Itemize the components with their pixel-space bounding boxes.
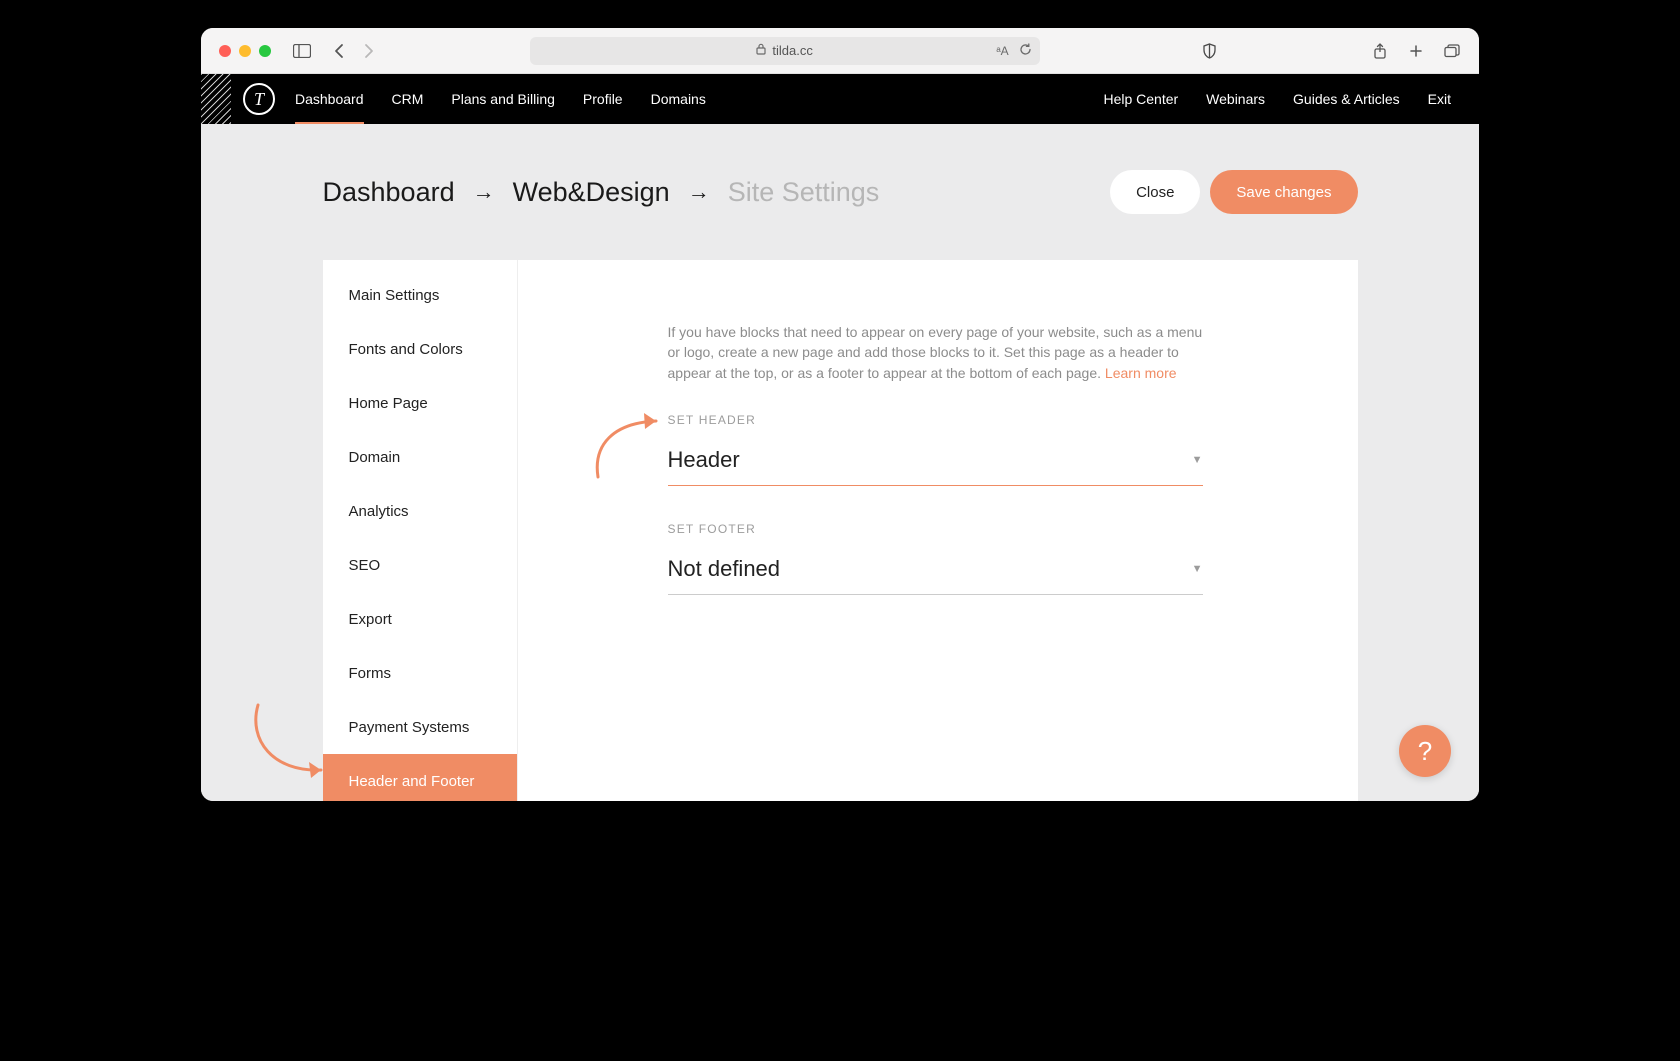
footer-form-group: SET FOOTER Not defined ▼ bbox=[668, 522, 1203, 595]
share-icon[interactable] bbox=[1371, 40, 1389, 62]
url-host: tilda.cc bbox=[772, 43, 812, 58]
side-item-forms[interactable]: Forms bbox=[323, 646, 517, 700]
save-button[interactable]: Save changes bbox=[1210, 170, 1357, 214]
header-select-value: Header bbox=[668, 447, 740, 473]
footer-select-value: Not defined bbox=[668, 556, 781, 582]
header-select[interactable]: Header ▼ bbox=[668, 441, 1203, 486]
annotation-arrow-header bbox=[588, 405, 668, 485]
nav-help-center[interactable]: Help Center bbox=[1103, 91, 1178, 107]
help-text: If you have blocks that need to appear o… bbox=[668, 322, 1203, 383]
reload-icon[interactable] bbox=[1019, 43, 1032, 59]
bc-dashboard[interactable]: Dashboard bbox=[323, 177, 455, 208]
footer-select[interactable]: Not defined ▼ bbox=[668, 550, 1203, 595]
browser-chrome: tilda.cc ᵃA bbox=[201, 28, 1479, 74]
browser-nav bbox=[329, 40, 379, 62]
tilda-logo-icon[interactable]: T bbox=[243, 83, 275, 115]
help-fab-label: ? bbox=[1418, 736, 1432, 767]
close-button[interactable]: Close bbox=[1110, 170, 1200, 214]
page-body: Dashboard → Web&Design → Site Settings C… bbox=[201, 124, 1479, 801]
content-area: If you have blocks that need to appear o… bbox=[518, 260, 1358, 801]
footer-label: SET FOOTER bbox=[668, 522, 1203, 536]
new-tab-icon[interactable] bbox=[1407, 40, 1425, 62]
app-nav: T Dashboard CRM Plans and Billing Profil… bbox=[201, 74, 1479, 124]
sidebar-toggle-icon[interactable] bbox=[291, 40, 313, 62]
side-item-payment[interactable]: Payment Systems bbox=[323, 700, 517, 754]
side-item-export[interactable]: Export bbox=[323, 592, 517, 646]
traffic-lights bbox=[219, 45, 271, 57]
nav-profile[interactable]: Profile bbox=[583, 74, 623, 124]
settings-side-menu: Main Settings Fonts and Colors Home Page… bbox=[323, 260, 518, 801]
bc-project[interactable]: Web&Design bbox=[513, 177, 670, 208]
header-label: SET HEADER bbox=[668, 413, 1203, 427]
side-item-analytics[interactable]: Analytics bbox=[323, 484, 517, 538]
chrome-right bbox=[1371, 40, 1461, 62]
shield-icon[interactable] bbox=[1198, 40, 1220, 62]
url-bar[interactable]: tilda.cc ᵃA bbox=[530, 37, 1040, 65]
breadcrumb: Dashboard → Web&Design → Site Settings bbox=[323, 177, 880, 208]
translate-icon[interactable]: ᵃA bbox=[996, 44, 1008, 58]
nav-texture bbox=[201, 74, 231, 124]
browser-window: tilda.cc ᵃA T Dash bbox=[201, 28, 1479, 801]
nav-crm[interactable]: CRM bbox=[392, 74, 424, 124]
nav-right: Help Center Webinars Guides & Articles E… bbox=[1103, 91, 1451, 107]
nav-dashboard[interactable]: Dashboard bbox=[295, 74, 364, 124]
breadcrumb-row: Dashboard → Web&Design → Site Settings C… bbox=[323, 170, 1358, 214]
lock-icon bbox=[756, 43, 766, 58]
chevron-down-icon: ▼ bbox=[1192, 454, 1203, 466]
content-inner: If you have blocks that need to appear o… bbox=[668, 322, 1203, 595]
nav-domains[interactable]: Domains bbox=[651, 74, 706, 124]
header-form-group: SET HEADER Header ▼ bbox=[668, 413, 1203, 486]
forward-icon[interactable] bbox=[357, 40, 379, 62]
nav-left: Dashboard CRM Plans and Billing Profile … bbox=[295, 74, 706, 124]
chevron-down-icon: ▼ bbox=[1192, 563, 1203, 575]
nav-guides[interactable]: Guides & Articles bbox=[1293, 91, 1400, 107]
bc-sep-icon: → bbox=[473, 179, 495, 205]
window-close-icon[interactable] bbox=[219, 45, 231, 57]
settings-panel: Main Settings Fonts and Colors Home Page… bbox=[323, 260, 1358, 801]
nav-webinars[interactable]: Webinars bbox=[1206, 91, 1265, 107]
side-item-main-settings[interactable]: Main Settings bbox=[323, 268, 517, 322]
side-item-fonts-colors[interactable]: Fonts and Colors bbox=[323, 322, 517, 376]
learn-more-link[interactable]: Learn more bbox=[1105, 365, 1177, 381]
window-maximize-icon[interactable] bbox=[259, 45, 271, 57]
side-item-seo[interactable]: SEO bbox=[323, 538, 517, 592]
side-item-header-footer[interactable]: Header and Footer bbox=[323, 754, 517, 801]
bc-current: Site Settings bbox=[728, 177, 880, 208]
nav-exit[interactable]: Exit bbox=[1428, 91, 1451, 107]
bc-sep-icon: → bbox=[688, 179, 710, 205]
window-minimize-icon[interactable] bbox=[239, 45, 251, 57]
breadcrumb-actions: Close Save changes bbox=[1110, 170, 1357, 214]
back-icon[interactable] bbox=[329, 40, 351, 62]
tabs-icon[interactable] bbox=[1443, 40, 1461, 62]
side-item-home-page[interactable]: Home Page bbox=[323, 376, 517, 430]
nav-plans-billing[interactable]: Plans and Billing bbox=[451, 74, 555, 124]
page-inner: Dashboard → Web&Design → Site Settings C… bbox=[323, 124, 1358, 801]
help-fab-button[interactable]: ? bbox=[1399, 725, 1451, 777]
side-item-domain[interactable]: Domain bbox=[323, 430, 517, 484]
